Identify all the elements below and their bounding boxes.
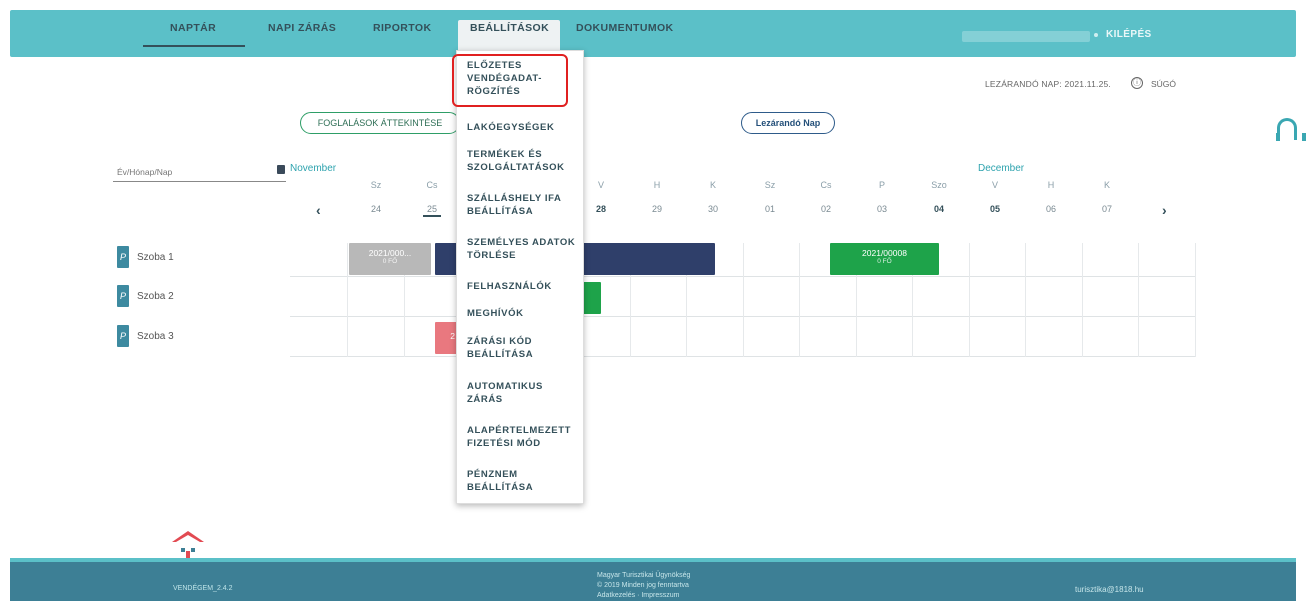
booking-id: 2021/000... [368,248,412,258]
headset-support-icon[interactable] [1276,118,1306,141]
booking-guests: 0 FŐ [877,258,892,265]
day-of-week: Cs [820,180,832,190]
closing-day-info: LEZÁRANDÓ NAP: 2021.11.25. [985,79,1111,89]
key-icon: P [117,285,129,307]
day-number[interactable]: 29 [642,204,672,214]
room-row-label[interactable]: P Szoba 2 [117,285,317,307]
house-logo-icon [172,531,204,558]
room-row-label[interactable]: P Szoba 1 [117,246,317,268]
booking-guests: 0 FŐ [382,258,398,265]
grid-col-line [347,243,348,357]
date-input-underline [113,181,286,182]
day-of-week: K [709,180,716,190]
nav-documents[interactable]: DOKUMENTUMOK [576,22,674,34]
day-of-week: V [597,180,604,190]
footer-credits: Magyar Turisztikai Ügynökség © 2019 Mind… [597,571,690,601]
menu-item-delete-personal-data[interactable]: SZEMÉLYES ADATOK TÖRLÉSE [467,236,581,262]
booking-bar[interactable]: 2021/00008 0 FŐ [830,243,939,275]
grid-col-line [1138,243,1139,357]
calendar-icon[interactable] [277,165,285,174]
day-number[interactable]: 06 [1036,204,1066,214]
username-blurred [962,31,1090,42]
red-highlight-box [452,54,568,107]
booking-id: 2021/00008 [862,248,907,258]
day-number[interactable]: 01 [755,204,785,214]
menu-item-tourist-tax[interactable]: SZÁLLÁSHELY IFA BEÁLLÍTÁSA [467,192,581,218]
day-number[interactable]: 04 [924,204,954,214]
nav-settings[interactable]: BEÁLLÍTÁSOK [470,22,549,34]
grid-col-line [969,243,970,357]
settings-dropdown-menu: ELŐZETES VENDÉGADAT-RÖGZÍTÉS LAKÓEGYSÉGE… [456,50,584,504]
day-number[interactable]: 05 [980,204,1010,214]
key-icon: P [117,246,129,268]
booking-bar[interactable]: 2 [435,322,457,354]
grid-col-line [799,243,800,357]
room-name: Szoba 2 [137,291,174,302]
menu-item-auto-closing[interactable]: AUTOMATIKUS ZÁRÁS [467,380,581,406]
day-of-week: K [1103,180,1110,190]
menu-item-users[interactable]: FELHASZNÁLÓK [467,280,581,293]
menu-item-products-services[interactable]: TERMÉKEK ÉS SZOLGÁLTATÁSOK [467,148,581,174]
menu-item-currency[interactable]: PÉNZNEM BEÁLLÍTÁSA [467,468,581,494]
month-label-december: December [978,163,1025,174]
logout-link[interactable]: KILÉPÉS [1106,29,1152,40]
room-row-label[interactable]: P Szoba 3 [117,325,317,347]
nav-daily-closing[interactable]: NAPI ZÁRÁS [268,22,336,34]
menu-item-units[interactable]: LAKÓEGYSÉGEK [467,121,581,134]
grid-col-line [1025,243,1026,357]
info-icon[interactable]: ⓘ [1131,77,1143,89]
chevron-right-icon[interactable]: › [1162,202,1167,218]
month-label-november: November [290,163,337,174]
footer-rights: © 2019 Minden jog fenntartva [597,582,689,589]
footer-email[interactable]: turisztika@1818.hu [1075,585,1144,594]
grid-col-line [743,243,744,357]
grid-col-line [1082,243,1083,357]
day-number[interactable]: 07 [1092,204,1122,214]
day-of-week: P [878,180,885,190]
chevron-left-icon[interactable]: ‹ [316,202,321,218]
bookings-overview-button[interactable]: FOGLALÁSOK ÁTTEKINTÉSE [300,112,460,134]
menu-item-default-payment[interactable]: ALAPÉRTELMEZETT FIZETÉSI MÓD [467,424,581,450]
room-name: Szoba 3 [137,331,174,342]
key-icon: P [117,325,129,347]
day-of-week: H [653,180,661,190]
day-number[interactable]: 24 [361,204,391,214]
active-tab-indicator [143,45,245,47]
day-number-today[interactable]: 25 [423,204,441,217]
day-number[interactable]: 28 [586,204,616,214]
day-of-week: Szo [931,180,947,190]
footer-links[interactable]: Adatkezelés · Impresszum [597,591,690,601]
day-number[interactable]: 30 [698,204,728,214]
day-of-week: V [991,180,998,190]
booking-bar[interactable]: 2021/000... 0 FŐ [349,243,431,275]
day-of-week: Cs [426,180,438,190]
day-of-week: Sz [370,180,382,190]
separator-dot [1094,33,1098,37]
booking-id: 2 [450,331,455,341]
grid-col-line [1195,243,1196,357]
day-of-week: H [1047,180,1055,190]
version-label: VENDÉGEM_2.4.2 [173,585,233,592]
day-number[interactable]: 03 [867,204,897,214]
room-name: Szoba 1 [137,252,174,263]
closing-day-button[interactable]: Lezárandó Nap [741,112,835,134]
menu-item-closing-code[interactable]: ZÁRÁSI KÓD BEÁLLÍTÁSA [467,335,581,361]
nav-reports[interactable]: RIPORTOK [373,22,431,34]
help-link[interactable]: SÚGÓ [1151,79,1176,89]
nav-calendar[interactable]: NAPTÁR [170,22,216,34]
footer-org: Magyar Turisztikai Ügynökség [597,572,691,579]
day-of-week: Sz [764,180,776,190]
day-number[interactable]: 02 [811,204,841,214]
menu-item-invitations[interactable]: MEGHÍVÓK [467,307,581,320]
date-input[interactable]: Év/Hónap/Nap [117,167,172,177]
